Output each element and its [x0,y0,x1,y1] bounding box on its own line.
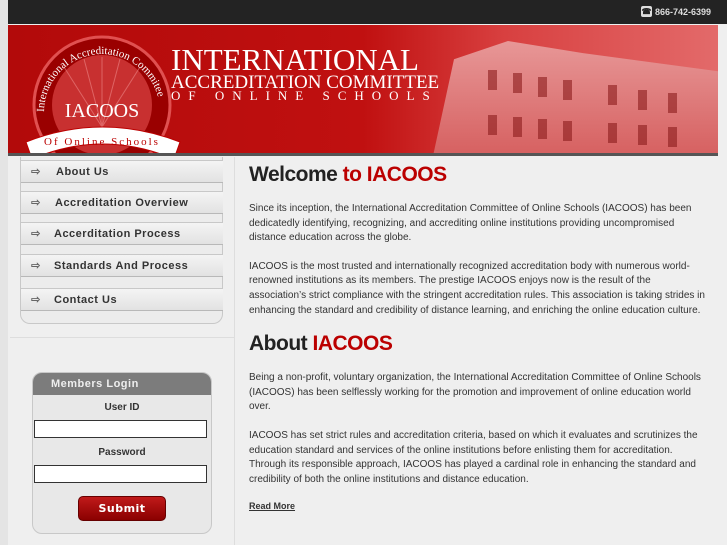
user-id-label: User ID [104,402,140,413]
nav-accreditation-process[interactable]: ⇨ Accerditation Process [21,222,223,245]
top-bar: ☎ 866-742-6399 [8,0,727,24]
submit-button[interactable]: Submit [78,496,166,521]
iacoos-logo: International Accreditation Commitee IAC… [25,35,181,153]
welcome-paragraph-2: IACOOS is the most trusted and internati… [249,260,705,316]
login-title: Members Login [33,373,211,395]
divider [10,337,235,338]
heading-part: About [249,332,313,356]
nav-label: Standards And Process [54,259,189,272]
nav-accreditation-overview[interactable]: ⇨ Accreditation Overview [21,191,223,214]
phone-text: 866-742-6399 [654,6,711,17]
banner-subtitle-2: OF ONLINE SCHOOLS [171,88,438,103]
read-more-link[interactable]: Read More [249,501,295,511]
nav-label: About Us [56,165,109,178]
page-edge [0,0,8,545]
members-login-box: Members Login User ID Password Submit [32,372,212,534]
header-banner: International Accreditation Commitee IAC… [8,25,718,156]
welcome-paragraph-1: Since its inception, the International A… [249,203,692,244]
building-image [433,41,718,153]
arrow-right-icon: ⇨ [31,260,41,272]
welcome-heading: Welcome to IACOOS [249,163,709,190]
heading-highlight: to IACOOS [342,163,448,186]
nav-label: Accerditation Process [54,227,181,240]
password-label: Password [98,447,146,458]
phone-number: ☎ 866-742-6399 [640,6,711,17]
nav-contact-us[interactable]: ⇨ Contact Us [21,288,223,311]
user-id-input[interactable] [34,420,207,438]
main-content: Welcome to IACOOS Since its inception, t… [249,163,709,514]
heading-highlight: IACOOS [312,332,393,356]
nav-label: Contact Us [54,293,118,306]
about-heading: About IACOOS [249,332,709,359]
svg-text:Of Online Schools: Of Online Schools [44,136,160,148]
about-paragraph-1: Being a non-profit, voluntary organizati… [249,372,701,413]
arrow-right-icon: ⇨ [31,228,41,240]
phone-icon: ☎ [640,6,652,17]
nav-standards-and-process[interactable]: ⇨ Standards And Process [21,254,223,277]
arrow-right-icon: ⇨ [31,294,41,306]
nav-menu: ⇨ About Us ⇨ Accreditation Overview ⇨ Accer… [20,157,223,324]
about-paragraph-2: IACOOS has set strict rules and accredit… [249,429,698,485]
nav-about-us[interactable]: ⇨ About Us [21,160,223,183]
nav-label: Accreditation Overview [55,196,189,209]
arrow-right-icon: ⇨ [31,166,41,178]
heading-part: Welcome [249,163,343,186]
password-input[interactable] [34,465,207,483]
left-sidebar: ⇨ About Us ⇨ Accreditation Overview ⇨ Accer… [10,157,235,545]
arrow-right-icon: ⇨ [31,197,41,209]
svg-text:IACOOS: IACOOS [65,100,139,122]
